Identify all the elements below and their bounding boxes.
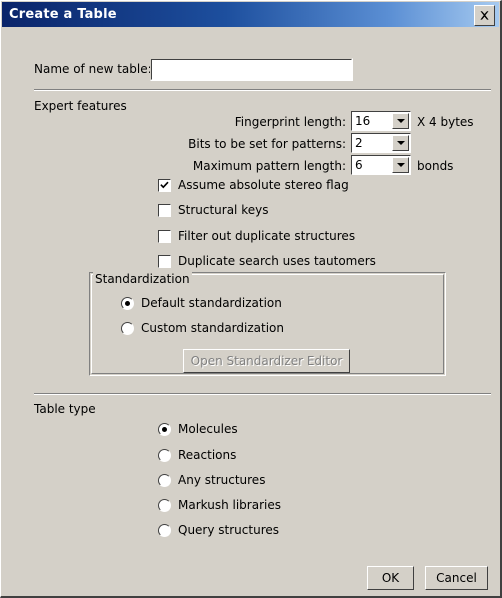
bits-for-patterns-value: 2 (355, 136, 363, 150)
radio-unselected-icon (158, 498, 171, 512)
radio-query-structures[interactable]: Query structures (158, 523, 279, 537)
radio-label: Query structures (178, 523, 279, 537)
radio-unselected-icon (158, 448, 171, 462)
separator-top (34, 89, 491, 91)
maximum-pattern-length-combobox[interactable]: 6 (351, 155, 411, 175)
checkbox-label: Duplicate search uses tautomers (178, 254, 376, 268)
ok-button[interactable]: OK (367, 566, 414, 590)
radio-label: Custom standardization (141, 321, 284, 335)
checkbox-box-icon (158, 203, 171, 217)
table-type-label: Table type (34, 402, 96, 416)
name-of-new-table-label: Name of new table: (34, 62, 152, 76)
checkbox-assume-absolute-stereo-flag[interactable]: Assume absolute stereo flag (158, 178, 349, 192)
checkbox-label: Filter out duplicate structures (178, 229, 356, 243)
bits-for-patterns-combobox[interactable]: 2 (351, 133, 411, 153)
radio-label: Molecules (178, 422, 238, 436)
radio-markush-libraries[interactable]: Markush libraries (158, 498, 281, 512)
checkbox-filter-out-duplicate-structures[interactable]: Filter out duplicate structures (158, 229, 355, 243)
radio-default-standardization[interactable]: Default standardization (121, 296, 282, 310)
fingerprint-length-label: Fingerprint length: (234, 115, 346, 129)
maximum-pattern-length-label: Maximum pattern length: (192, 159, 346, 173)
checkbox-label: Assume absolute stereo flag (178, 178, 349, 192)
radio-selected-icon (121, 296, 134, 310)
checkbox-duplicate-search-uses-tautomers[interactable]: Duplicate search uses tautomers (158, 254, 376, 268)
radio-unselected-icon (121, 321, 134, 335)
radio-any-structures[interactable]: Any structures (158, 473, 265, 487)
close-button[interactable] (474, 5, 495, 26)
radio-reactions[interactable]: Reactions (158, 448, 236, 462)
chevron-down-icon[interactable] (392, 157, 409, 173)
maximum-pattern-length-value: 6 (355, 158, 363, 172)
maximum-pattern-length-suffix: bonds (417, 159, 454, 173)
radio-label: Default standardization (141, 296, 282, 310)
checkbox-box-icon (158, 254, 171, 268)
open-standardizer-editor-button[interactable]: Open Standardizer Editor (183, 349, 350, 373)
window-title: Create a Table (9, 7, 117, 22)
radio-label: Markush libraries (178, 498, 281, 512)
chevron-down-icon[interactable] (392, 113, 409, 129)
radio-label: Reactions (178, 448, 237, 462)
title-bar: Create a Table (2, 2, 499, 27)
radio-label: Any structures (178, 473, 266, 487)
name-of-new-table-input[interactable] (151, 59, 352, 80)
checkbox-label: Structural keys (178, 203, 269, 217)
fingerprint-length-combobox[interactable]: 16 (351, 111, 411, 131)
separator-bottom (34, 393, 491, 395)
checkbox-structural-keys[interactable]: Structural keys (158, 203, 268, 217)
chevron-down-icon[interactable] (392, 135, 409, 151)
name-input-frame (150, 58, 353, 81)
create-table-dialog: Create a Table Name of new table: Expert… (0, 0, 502, 598)
checkbox-box-icon (158, 229, 171, 243)
fingerprint-length-value: 16 (355, 114, 371, 128)
radio-molecules[interactable]: Molecules (158, 422, 238, 436)
checkmark-icon (158, 178, 171, 192)
cancel-button[interactable]: Cancel (425, 566, 488, 590)
radio-unselected-icon (158, 473, 171, 487)
fingerprint-length-suffix: X 4 bytes (417, 115, 474, 129)
radio-selected-icon (158, 422, 171, 436)
close-icon (479, 10, 490, 21)
radio-unselected-icon (158, 523, 171, 537)
expert-features-label: Expert features (34, 99, 127, 113)
bits-for-patterns-label: Bits to be set for patterns: (188, 137, 346, 151)
radio-custom-standardization[interactable]: Custom standardization (121, 321, 284, 335)
standardization-group-label: Standardization (93, 272, 192, 286)
